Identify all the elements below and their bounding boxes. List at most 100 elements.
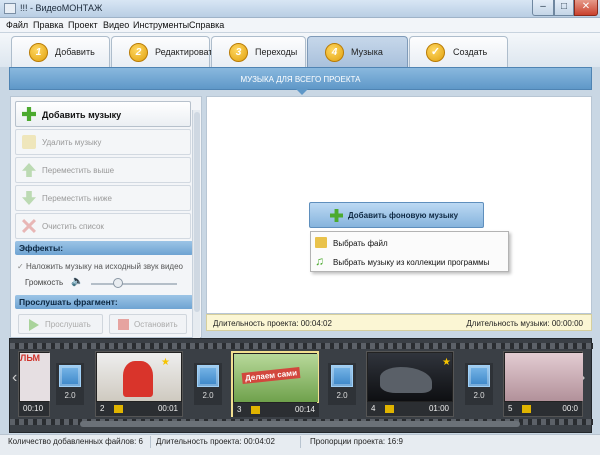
play-fragment-button[interactable]: Прослушать bbox=[18, 314, 103, 334]
clip-time: 00:10 bbox=[23, 404, 44, 413]
menu-file[interactable]: Файл bbox=[6, 20, 28, 30]
status-duration: Длительность проекта: 00:04:02 bbox=[156, 437, 275, 446]
stop-fragment-button[interactable]: Остановить bbox=[109, 314, 187, 334]
volume-label: Громкость bbox=[25, 278, 64, 287]
star-icon: ★ bbox=[161, 357, 170, 368]
menu-tools[interactable]: Инструменты bbox=[133, 20, 189, 30]
status-separator bbox=[150, 436, 151, 448]
tab-create[interactable]: ✓ Создать bbox=[409, 36, 508, 67]
add-music-button[interactable]: Добавить музыку bbox=[15, 101, 191, 127]
folder-icon bbox=[315, 237, 327, 248]
timeline-clip[interactable]: ЛЬМ 00:10 bbox=[18, 351, 50, 417]
transition-icon bbox=[331, 365, 353, 387]
clip-info: 4 01:00 bbox=[367, 402, 453, 416]
transition-duration: 2.0 bbox=[202, 391, 214, 400]
button-label: Очистить список bbox=[42, 222, 104, 231]
button-label: Прослушать bbox=[45, 320, 91, 329]
plus-icon bbox=[330, 209, 343, 222]
status-bar: Количество добавленных файлов: 6 Длитель… bbox=[0, 434, 600, 455]
volume-slider-thumb[interactable] bbox=[113, 278, 123, 288]
speaker-icon: 🔈 bbox=[71, 276, 84, 287]
clip-info: 2 00:01 bbox=[96, 402, 182, 416]
pencil-icon bbox=[114, 405, 123, 413]
timeline-clip[interactable]: ★ 4 01:00 bbox=[366, 351, 454, 417]
menu-bar: Файл Правка Проект Видео Инструменты Спр… bbox=[0, 18, 600, 33]
timeline-clip[interactable]: 5 00:0 bbox=[503, 351, 583, 417]
tab-label: Переходы bbox=[255, 47, 298, 57]
clear-icon bbox=[22, 219, 36, 233]
clip-number: 2 bbox=[100, 404, 105, 413]
button-label: Добавить фоновую музыку bbox=[348, 211, 459, 220]
effects-header: Эффекты: bbox=[15, 241, 193, 255]
music-note-icon: ♫ bbox=[315, 254, 324, 268]
project-duration: Длительность проекта: 00:04:02 bbox=[213, 319, 332, 328]
clip-info: 00:10 bbox=[19, 402, 49, 416]
clip-time: 00:0 bbox=[562, 404, 578, 413]
clip-number: 3 bbox=[237, 405, 242, 414]
arrow-up-icon bbox=[22, 163, 36, 177]
scrollbar-thumb[interactable] bbox=[194, 112, 200, 312]
timeline-scrollbar[interactable] bbox=[80, 421, 520, 427]
status-separator bbox=[300, 436, 301, 448]
checkbox-label: Наложить музыку на исходный звук видео bbox=[25, 262, 183, 271]
transition-duration: 2.0 bbox=[473, 391, 485, 400]
move-up-button[interactable]: Переместить выше bbox=[15, 157, 191, 183]
move-down-button[interactable]: Переместить ниже bbox=[15, 185, 191, 211]
clip-thumbnail: ★ bbox=[368, 353, 452, 401]
timeline: ‹ › ЛЬМ 00:10 2.0 ★ 2 00:01 2.0 Делаем с… bbox=[9, 338, 593, 433]
star-icon: ★ bbox=[442, 357, 451, 368]
app-icon bbox=[4, 3, 16, 14]
menu-item-choose-collection[interactable]: ♫ Выбрать музыку из коллекции программы bbox=[311, 253, 510, 271]
transition-icon bbox=[468, 365, 490, 387]
film-strip-top bbox=[10, 343, 593, 349]
transition-duration: 2.0 bbox=[64, 391, 76, 400]
clip-time: 00:14 bbox=[294, 405, 315, 414]
title-bar: !!! - ВидеоМОНТАЖ – □ ✕ bbox=[0, 0, 600, 18]
clip-thumbnail: ЛЬМ bbox=[20, 353, 50, 401]
menu-item-choose-file[interactable]: Выбрать файл bbox=[311, 234, 510, 252]
menu-video[interactable]: Видео bbox=[103, 20, 129, 30]
menu-help[interactable]: Справка bbox=[189, 20, 224, 30]
listen-header: Прослушать фрагмент: bbox=[15, 295, 193, 309]
timeline-clip[interactable]: ★ 2 00:01 bbox=[95, 351, 183, 417]
transition-item[interactable]: 2.0 bbox=[194, 363, 222, 405]
transition-item[interactable]: 2.0 bbox=[465, 363, 493, 405]
step-number: 3 bbox=[229, 43, 248, 62]
transition-icon bbox=[59, 365, 81, 387]
step-number: 1 bbox=[29, 43, 48, 62]
tab-music[interactable]: 4 Музыка bbox=[307, 36, 408, 67]
tab-transitions[interactable]: 3 Переходы bbox=[211, 36, 306, 67]
status-file-count: Количество добавленных файлов: 6 bbox=[8, 437, 143, 446]
minimize-button[interactable]: – bbox=[532, 0, 554, 16]
volume-slider[interactable] bbox=[91, 278, 177, 288]
menu-item-label: Выбрать файл bbox=[333, 239, 388, 248]
status-aspect-ratio: Пропорции проекта: 16:9 bbox=[310, 437, 403, 446]
maximize-button[interactable]: □ bbox=[554, 0, 574, 16]
tab-add[interactable]: 1 Добавить bbox=[11, 36, 110, 67]
add-background-music-button[interactable]: Добавить фоновую музыку bbox=[309, 202, 484, 228]
child-figure bbox=[123, 361, 153, 397]
button-label: Удалить музыку bbox=[42, 138, 102, 147]
music-actions-panel: Добавить музыку Удалить музыку Перемести… bbox=[10, 96, 202, 338]
timeline-clip-selected[interactable]: Делаем сами 3 00:14 bbox=[231, 351, 319, 417]
tab-label: Музыка bbox=[351, 47, 383, 57]
left-panel-scrollbar[interactable] bbox=[192, 110, 200, 338]
menu-project[interactable]: Проект bbox=[68, 20, 98, 30]
close-button[interactable]: ✕ bbox=[574, 0, 598, 16]
tab-label: Редактировать bbox=[155, 47, 218, 57]
overlay-checkbox[interactable]: ✓ Наложить музыку на исходный звук видео bbox=[17, 262, 183, 271]
step-number: 2 bbox=[129, 43, 148, 62]
transition-item[interactable]: 2.0 bbox=[56, 363, 84, 405]
clip-caption: ЛЬМ bbox=[20, 353, 41, 363]
timeline-left-arrow-icon[interactable]: ‹ bbox=[12, 369, 17, 387]
tab-edit[interactable]: 2 Редактировать bbox=[111, 36, 217, 67]
step-tabs: 1 Добавить 2 Редактировать 3 Переходы 4 … bbox=[0, 33, 600, 67]
menu-edit[interactable]: Правка bbox=[33, 20, 63, 30]
clear-list-button[interactable]: Очистить список bbox=[15, 213, 191, 239]
transition-item[interactable]: 2.0 bbox=[328, 363, 356, 405]
add-music-dropdown: Выбрать файл ♫ Выбрать музыку из коллекц… bbox=[310, 231, 509, 272]
horse-silhouette bbox=[380, 367, 432, 393]
delete-music-button[interactable]: Удалить музыку bbox=[15, 129, 191, 155]
button-label: Переместить ниже bbox=[42, 194, 112, 203]
clip-info: 5 00:0 bbox=[504, 402, 582, 416]
